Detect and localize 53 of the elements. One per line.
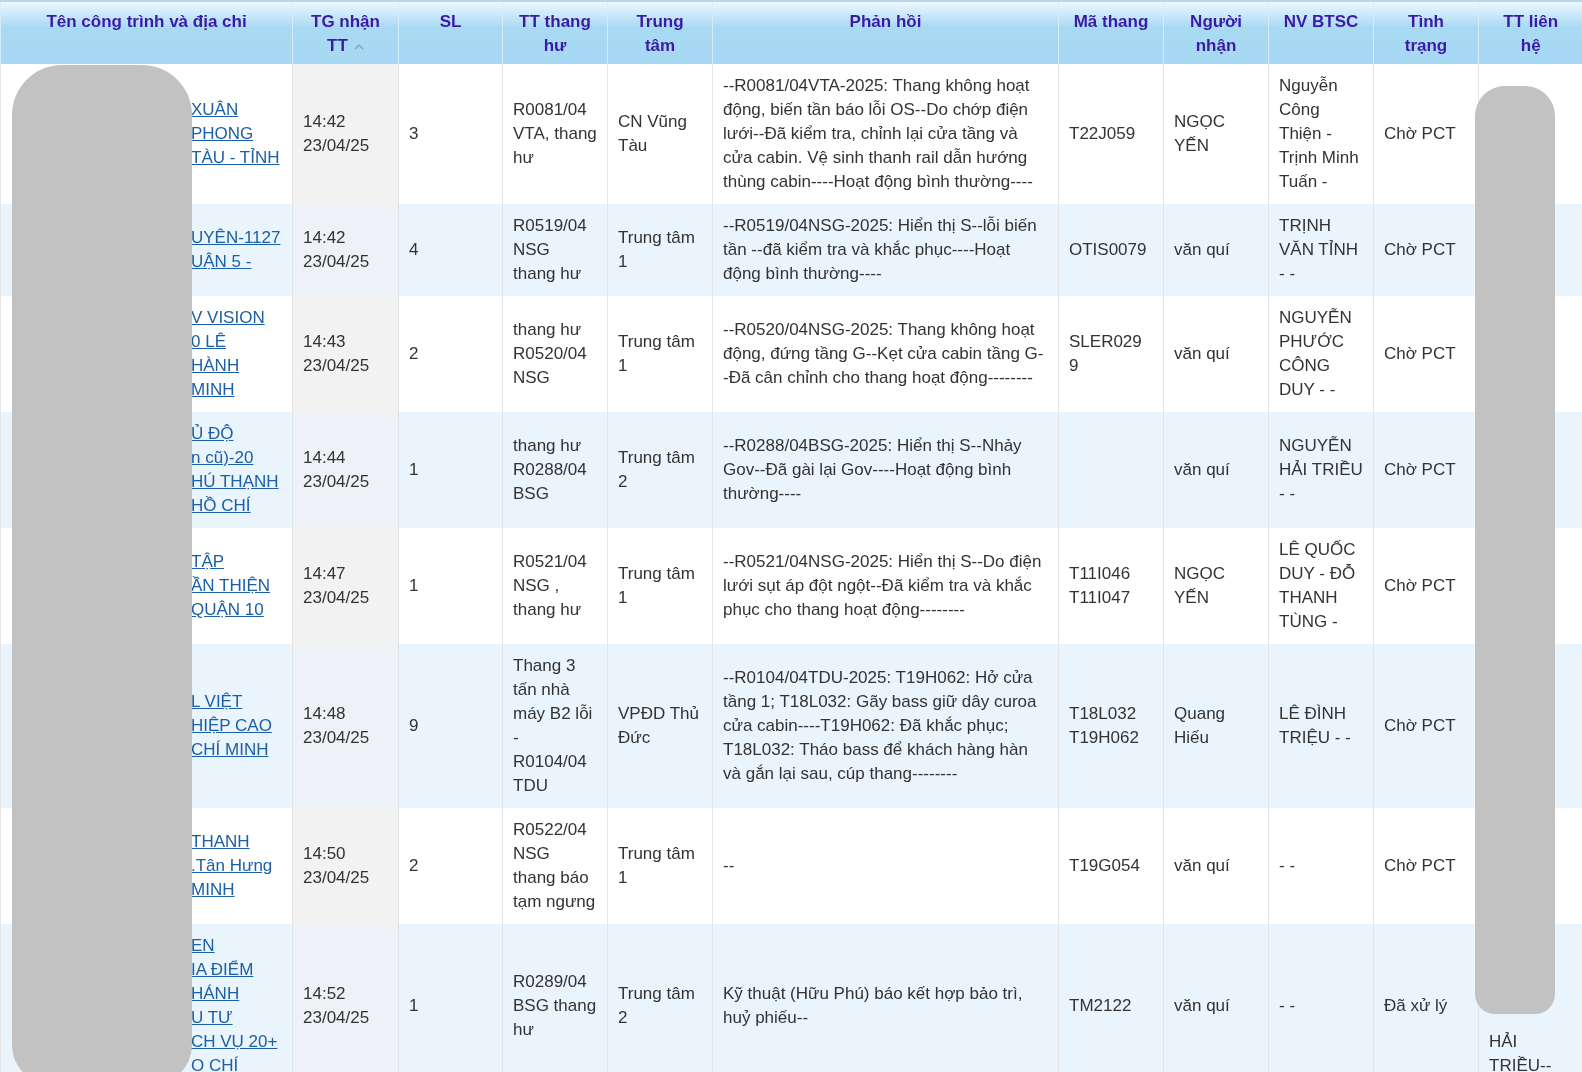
table-cell: --R0519/04NSG-2025: Hiển thị S--lỗi biến tần --đã kiểm tra và khắc phục----Hoạt động bình thường----	[712, 204, 1059, 296]
table-cell: TRỊNH VĂN TỈNH - -	[1268, 204, 1374, 296]
address-link[interactable]: UYÊN-1127 UẬN 5 -	[191, 226, 281, 274]
table-cell: 4	[398, 204, 503, 296]
table-cell: 9	[398, 644, 503, 808]
column-header[interactable]: NV BTSC	[1268, 1, 1374, 64]
column-header[interactable]: SL	[398, 1, 503, 64]
table-cell: 14:50 23/04/25	[292, 808, 399, 924]
table-cell: văn quí	[1163, 924, 1269, 1072]
table-cell: Trung tâm 1	[607, 204, 713, 296]
table-cell: NGUYỄN HẢI TRIỀU - -	[1268, 412, 1374, 528]
address-link[interactable]: V VISION 0 LÊ HÀNH MINH	[191, 306, 265, 402]
address-link[interactable]: XUÂN PHONG TÀU - TỈNH	[191, 98, 280, 170]
table-cell: thang hư R0288/04 BSG	[502, 412, 608, 528]
column-header[interactable]: Tình trạng	[1373, 1, 1479, 64]
column-header[interactable]: Tên công trình và địa chỉ	[0, 1, 293, 64]
table-cell: Thang 3 tấn nhà máy B2 lỗi - R0104/04 TDU	[502, 644, 608, 808]
table-cell: 14:43 23/04/25	[292, 296, 399, 412]
table-cell: Trung tâm 2	[607, 412, 713, 528]
table-cell: - -	[1268, 924, 1374, 1072]
table-cell: Kỹ thuật (Hữu Phú) báo kết hợp bảo trì, huỷ phiếu--	[712, 924, 1059, 1072]
table-cell: 14:42 23/04/25	[292, 204, 399, 296]
column-header[interactable]: Người nhận	[1163, 1, 1269, 64]
column-header[interactable]: Phản hồi	[712, 1, 1059, 64]
table-cell: 1	[398, 412, 503, 528]
table-cell: Quang Hiếu	[1163, 644, 1269, 808]
table-cell: 14:42 23/04/25	[292, 64, 399, 204]
table-cell: Trung tâm 2	[607, 924, 713, 1072]
table-cell: 14:48 23/04/25	[292, 644, 399, 808]
table-cell: OTIS0079	[1058, 204, 1164, 296]
table-cell: 14:52 23/04/25	[292, 924, 399, 1072]
column-header[interactable]: TT thang hư	[502, 1, 608, 64]
table-cell: R0289/04 BSG thang hư	[502, 924, 608, 1072]
column-header[interactable]: TG nhận TT	[292, 1, 399, 64]
table-cell: văn quí	[1163, 204, 1269, 296]
table-cell: 14:47 23/04/25	[292, 528, 399, 644]
column-header[interactable]: Mã thang	[1058, 1, 1164, 64]
address-link[interactable]: THANH .Tân Hưng MINH	[191, 830, 273, 902]
table-cell: R0519/04 NSG thang hư	[502, 204, 608, 296]
table-cell: 1	[398, 924, 503, 1072]
column-header[interactable]: TT liên hệ	[1478, 1, 1582, 64]
address-link[interactable]: L VIỆT HIỆP CAO CHÍ MINH	[191, 690, 272, 762]
column-header[interactable]: Trung tâm	[607, 1, 713, 64]
table-cell: LÊ ĐÌNH TRIỆU - -	[1268, 644, 1374, 808]
table-cell: T18L032 T19H062	[1058, 644, 1164, 808]
table-cell: VPĐD Thủ Đức	[607, 644, 713, 808]
address-link[interactable]: TẬP ẦN THIỆN QUẬN 10	[191, 550, 271, 622]
table-cell: --R0288/04BSG-2025: Hiển thị S--Nhảy Gov--Đã gài lại Gov----Hoạt động bình thường----	[712, 412, 1059, 528]
table-cell: 14:44 23/04/25	[292, 412, 399, 528]
table-cell: --R0104/04TDU-2025: T19H062: Hở cửa tầng 1; T18L032: Gãy bass giữ dây curoa cửa cabin----T19H062: Đã khắc phục; T18L032: Tháo bass để khách hàng hàn và gắn lại sau, cúp thang--------	[712, 644, 1059, 808]
table-cell: Đã xử lý	[1373, 924, 1479, 1072]
table-cell: văn quí	[1163, 412, 1269, 528]
table-cell: TM2122	[1058, 924, 1164, 1072]
